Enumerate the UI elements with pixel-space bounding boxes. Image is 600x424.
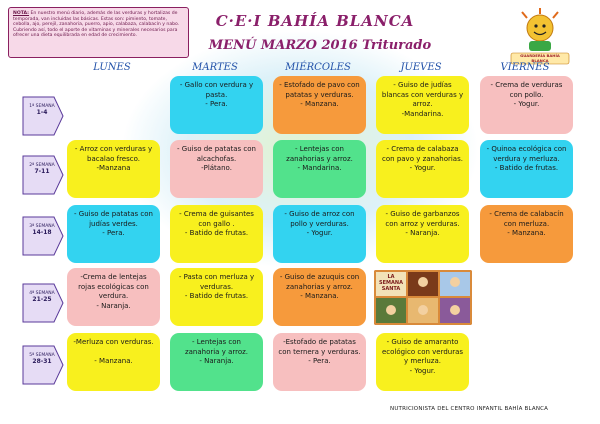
week-label-5: 5ª SEMANA 28-31 bbox=[22, 345, 64, 385]
week-label-2: 2ª SEMANA 7-11 bbox=[22, 155, 64, 195]
holy-week-label: LA SEMANA SANTA bbox=[379, 274, 403, 292]
week-range: 14-18 bbox=[32, 229, 52, 236]
menu-cell-w4-martes: - Pasta con merluza y verduras. - Batido… bbox=[170, 268, 263, 326]
menu-cell-w3-miercoles: - Guiso de arroz con pollo y verduras. -… bbox=[273, 205, 366, 263]
nutrition-note: NOTA: En nuestro menú diario, además de … bbox=[8, 7, 189, 58]
menu-cell-w2-jueves: - Crema de calabaza con pavo y zanahoria… bbox=[376, 140, 469, 198]
menu-cell-w2-viernes: - Quinoa ecológica con verdura y merluza… bbox=[480, 140, 573, 198]
day-header-lunes: LUNES bbox=[93, 62, 131, 73]
menu-cell-w4-miercoles: - Guiso de azuquis con zanahorias y arro… bbox=[273, 268, 366, 326]
menu-cell-w2-lunes: - Arroz con verduras y bacalao fresco. -… bbox=[67, 140, 160, 198]
menu-cell-w3-martes: - Crema de guisantes con gallo . - Batid… bbox=[170, 205, 263, 263]
menu-cell-w3-jueves: - Guiso de garbanzos con arroz y verdura… bbox=[376, 205, 469, 263]
menu-cell-w1-miercoles: - Estofado de pavo con patatas y verdura… bbox=[273, 76, 366, 134]
menu-subtitle: MENÚ MARZO 2016 Triturado bbox=[208, 38, 432, 53]
note-label: NOTA: bbox=[13, 11, 30, 16]
holy-week-image: LA SEMANA SANTA bbox=[374, 270, 472, 325]
week-label-4: 4ª SEMANA 21-25 bbox=[22, 283, 64, 323]
week-range: 28-31 bbox=[32, 358, 52, 365]
week-label-3: 3ª SEMANA 14-18 bbox=[22, 216, 64, 256]
page-title: C·E·I BAHÍA BLANCA bbox=[215, 12, 415, 30]
menu-cell-w3-viernes: - Crema de calabacín con merluza. - Manz… bbox=[480, 205, 573, 263]
menu-cell-w3-lunes: - Guiso de patatas con judías verdes. - … bbox=[67, 205, 160, 263]
day-header-viernes: VIERNES bbox=[500, 62, 550, 73]
menu-cell-w5-lunes: -Merluza con verduras. - Manzana. bbox=[67, 333, 160, 391]
menu-cell-w4-lunes: -Crema de lentejas rojas ecológicas con … bbox=[67, 268, 160, 326]
menu-cell-w1-jueves: - Guiso de judías blancas con verduras y… bbox=[376, 76, 469, 134]
week-range: 1-4 bbox=[36, 109, 48, 116]
week-label-1: 1ª SEMANA 1-4 bbox=[22, 96, 64, 136]
week-range: 7-11 bbox=[34, 168, 50, 175]
menu-cell-w5-jueves: - Guiso de amaranto ecológico con verdur… bbox=[376, 333, 469, 391]
menu-cell-w5-martes: - Lentejas con zanahoria y arroz. - Nara… bbox=[170, 333, 263, 391]
note-text: En nuestro menú diario, además de las ve… bbox=[13, 11, 180, 39]
day-header-martes: MARTES bbox=[192, 62, 238, 73]
menu-cell-w1-viernes: - Crema de verduras con pollo. - Yogur. bbox=[480, 76, 573, 134]
menu-cell-w5-miercoles: -Estofado de patatas con ternera y verdu… bbox=[273, 333, 366, 391]
menu-cell-w2-martes: - Guiso de patatas con alcachofas. -Plát… bbox=[170, 140, 263, 198]
week-range: 21-25 bbox=[32, 296, 52, 303]
menu-cell-w2-miercoles: - Lentejas con zanahorias y arroz. - Man… bbox=[273, 140, 366, 198]
day-header-miercoles: MIÉRCOLES bbox=[285, 62, 351, 73]
menu-cell-w1-martes: - Gallo con verdura y pasta. - Pera. bbox=[170, 76, 263, 134]
school-logo: GUARDERÍA BAHÍA BLANCA bbox=[507, 8, 573, 66]
day-header-jueves: JUEVES bbox=[400, 62, 442, 73]
footer-credit: NUTRICIONISTA DEL CENTRO INFANTIL BAHÍA … bbox=[390, 406, 549, 412]
